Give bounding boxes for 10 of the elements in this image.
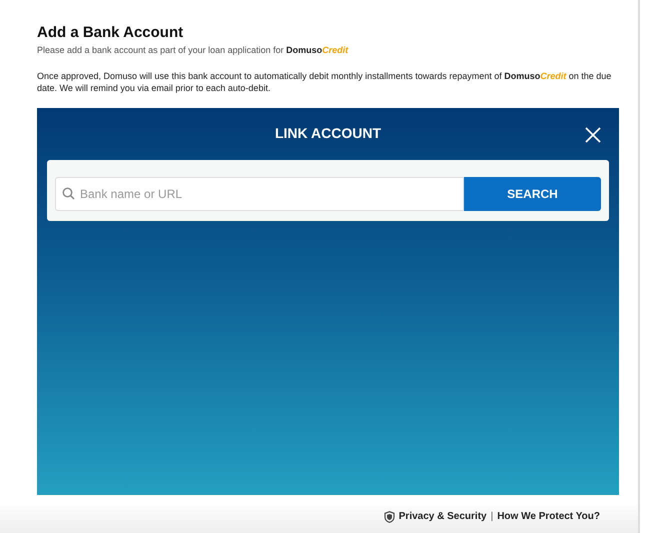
footer-link[interactable]: How We Protect You? bbox=[497, 509, 600, 524]
footer-link[interactable]: Privacy & Security bbox=[398, 509, 487, 524]
subtitle: Please add a bank account as part of your loan application for DomusoCredit bbox=[37, 44, 350, 57]
page-title: Add a Bank Account bbox=[37, 24, 184, 42]
separator: | bbox=[490, 510, 494, 524]
shield-icon bbox=[384, 510, 395, 523]
search-field[interactable]: Bank name or URL bbox=[55, 176, 464, 211]
modal-title: LINK ACCOUNT bbox=[274, 124, 382, 144]
description-text: Once approved, Domuso will use this bank account to automatically debit monthly installments towards repayment of DomusoCredit on the due date. We will remind you via email prior to each auto-debit. bbox=[37, 70, 612, 94]
search-button[interactable]: SEARCH bbox=[464, 176, 601, 211]
